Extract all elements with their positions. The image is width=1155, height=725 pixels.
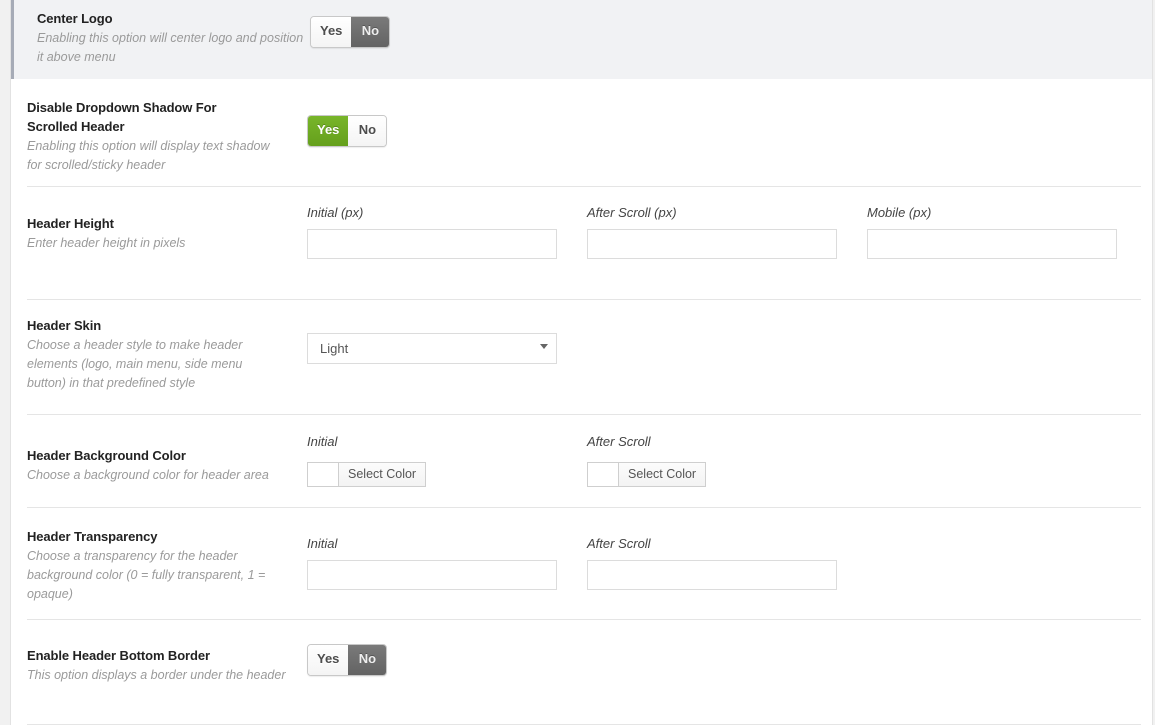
option-row-center-logo: Center Logo Enabling this option will ce… [11, 0, 1152, 79]
option-title: Enable Header Bottom Border [27, 648, 210, 663]
option-title: Header Transparency [27, 529, 158, 544]
theme-options-panel: Center Logo Enabling this option will ce… [10, 0, 1153, 725]
option-row-disable-dropdown-shadow: Disable Dropdown Shadow For Scrolled Hea… [11, 79, 1152, 187]
option-label-block: Disable Dropdown Shadow For Scrolled Hea… [11, 79, 307, 175]
field-label: Initial [307, 434, 338, 449]
option-controls: Initial Select Color After Scroll Select… [307, 415, 1152, 492]
option-label-block: Enable Header Bottom Border This option … [11, 620, 307, 685]
option-title: Center Logo [37, 11, 113, 26]
field-header-height-after-scroll: After Scroll (px) [587, 205, 867, 259]
header-skin-select-value[interactable]: Light [307, 333, 557, 364]
toggle-center-logo[interactable]: Yes No [310, 16, 391, 48]
option-label-block: Header Skin Choose a header style to mak… [11, 300, 307, 393]
option-row-header-skin: Header Skin Choose a header style to mak… [11, 300, 1152, 415]
color-swatch[interactable] [307, 462, 339, 487]
select-color-button[interactable]: Select Color [619, 462, 707, 487]
toggle-yes-option[interactable]: Yes [308, 116, 349, 146]
field-header-bg-after-scroll: After Scroll Select Color [587, 434, 867, 492]
option-label-block: Header Height Enter header height in pix… [11, 187, 307, 253]
field-label: After Scroll [587, 434, 651, 449]
field-header-bg-initial: Initial Select Color [307, 434, 587, 492]
option-label-block: Header Transparency Choose a transparenc… [11, 508, 307, 604]
field-header-height-initial: Initial (px) [307, 205, 587, 259]
header-bg-initial-color-picker[interactable]: Select Color [307, 462, 427, 487]
field-header-transparency-initial: Initial [307, 536, 587, 590]
field-label: Initial (px) [307, 205, 364, 220]
option-description: Enabling this option will center logo an… [37, 31, 304, 64]
header-bg-after-scroll-color-picker[interactable]: Select Color [587, 462, 707, 487]
color-swatch[interactable] [587, 462, 619, 487]
option-controls: Yes No [307, 620, 1152, 676]
field-label: After Scroll (px) [587, 205, 677, 220]
option-description: Enter header height in pixels [27, 236, 186, 250]
option-description: This option displays a border under the … [27, 668, 286, 682]
option-row-header-transparency: Header Transparency Choose a transparenc… [11, 508, 1152, 620]
option-row-header-height: Header Height Enter header height in pix… [11, 187, 1152, 300]
toggle-no-option[interactable]: No [351, 17, 390, 47]
toggle-disable-dropdown-shadow[interactable]: Yes No [307, 115, 388, 147]
field-label: Initial [307, 536, 338, 551]
option-controls: Initial After Scroll [307, 508, 1152, 590]
option-description: Choose a transparency for the header bac… [27, 549, 266, 601]
header-skin-select[interactable]: Light [307, 333, 557, 364]
option-title: Header Height [27, 216, 114, 231]
option-controls: Initial (px) After Scroll (px) Mobile (p… [307, 187, 1152, 259]
option-title: Disable Dropdown Shadow For Scrolled Hea… [27, 100, 217, 134]
header-height-after-scroll-input[interactable] [587, 229, 837, 259]
option-description: Choose a background color for header are… [27, 468, 269, 482]
field-label: Mobile (px) [867, 205, 932, 220]
option-row-header-background-color: Header Background Color Choose a backgro… [11, 415, 1152, 508]
toggle-yes-option[interactable]: Yes [311, 17, 352, 47]
option-title: Header Background Color [27, 448, 186, 463]
option-controls: Yes No [307, 79, 1152, 147]
select-color-button[interactable]: Select Color [339, 462, 427, 487]
field-label: After Scroll [587, 536, 651, 551]
header-height-initial-input[interactable] [307, 229, 557, 259]
option-label-block: Header Background Color Choose a backgro… [11, 415, 307, 485]
chevron-down-icon [540, 344, 548, 349]
toggle-yes-option[interactable]: Yes [308, 645, 349, 675]
option-label-block: Center Logo Enabling this option will ce… [14, 7, 310, 67]
option-row-enable-header-bottom-border: Enable Header Bottom Border This option … [11, 620, 1152, 725]
header-transparency-initial-input[interactable] [307, 560, 557, 590]
field-header-transparency-after-scroll: After Scroll [587, 536, 867, 590]
toggle-no-option[interactable]: No [348, 645, 387, 675]
toggle-no-option[interactable]: No [348, 116, 387, 146]
option-title: Header Skin [27, 318, 102, 333]
field-header-height-mobile: Mobile (px) [867, 205, 1117, 259]
toggle-enable-header-bottom-border[interactable]: Yes No [307, 644, 388, 676]
option-description: Enabling this option will display text s… [27, 139, 270, 172]
header-height-mobile-input[interactable] [867, 229, 1117, 259]
header-transparency-after-scroll-input[interactable] [587, 560, 837, 590]
option-controls: Yes No [310, 7, 1152, 48]
option-description: Choose a header style to make header ele… [27, 338, 243, 390]
option-controls: Light [307, 300, 1152, 364]
